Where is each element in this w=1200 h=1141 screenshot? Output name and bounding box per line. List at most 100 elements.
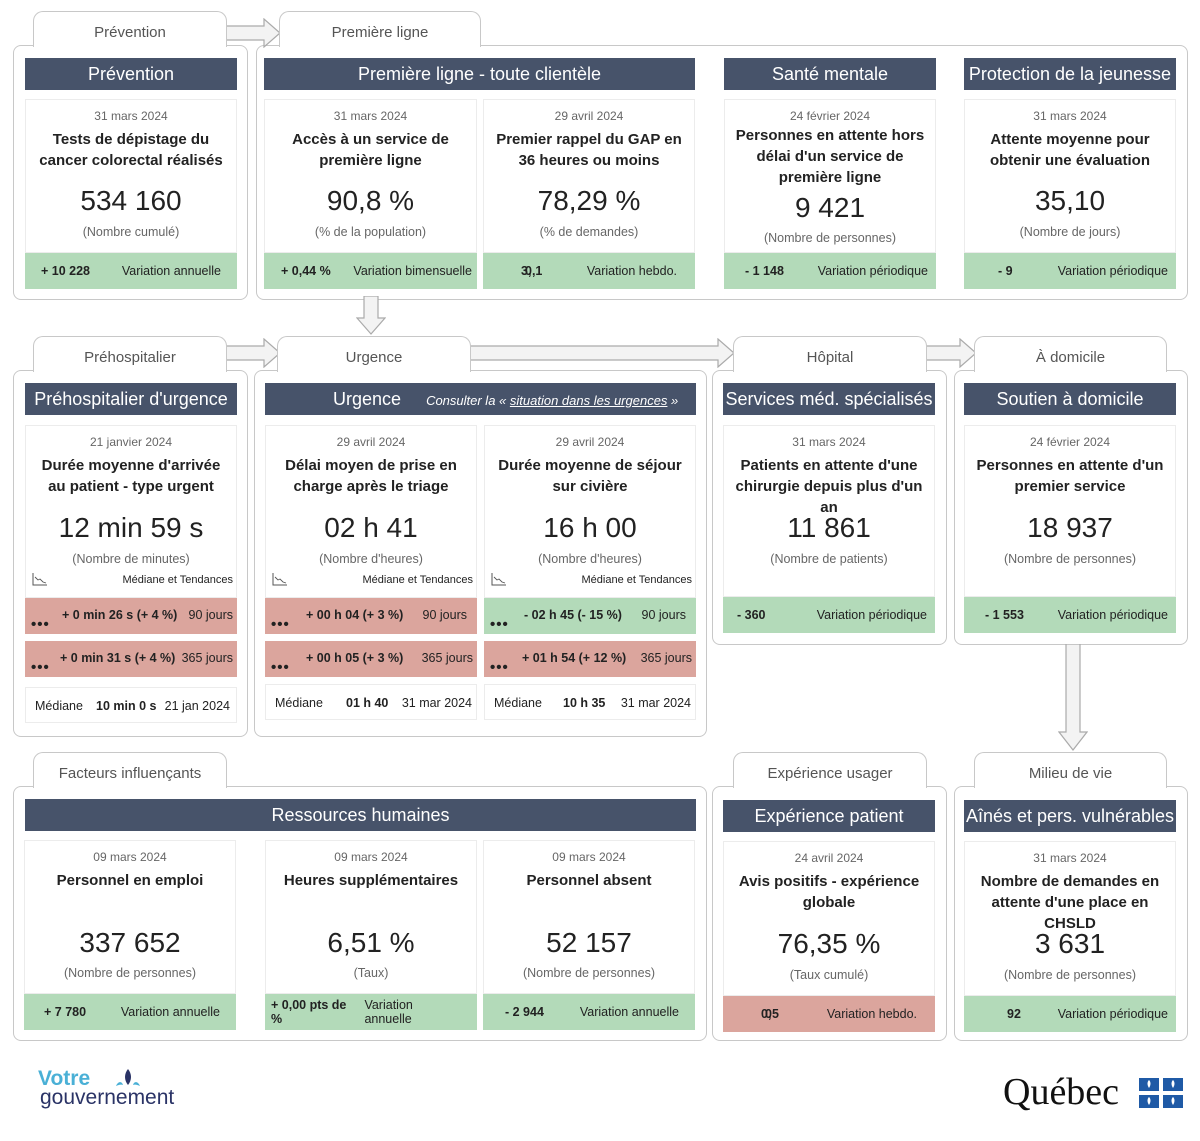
kpi-card-protection[interactable]: 31 mars 2024 Attente moyenne pour obteni…	[964, 99, 1176, 253]
flow-arrow-domicile-to-milieu	[1058, 644, 1088, 751]
variation-value: + 0,00 pts de %	[271, 998, 347, 1026]
header-premiere-ligne: Première ligne - toute clientèle	[264, 58, 695, 90]
trend-period: 365 jours	[640, 651, 692, 665]
card-date: 09 mars 2024	[334, 850, 408, 864]
trend-link[interactable]: Médiane et Tendances	[32, 572, 237, 590]
card-date: 31 mars 2024	[1033, 109, 1107, 123]
more-icon[interactable]: •••	[271, 617, 290, 632]
tab-premiere-ligne[interactable]: Première ligne	[279, 11, 481, 47]
variation-value-overlapping: 0, 05	[761, 1007, 779, 1021]
tab-milieu-vie[interactable]: Milieu de vie	[974, 752, 1167, 788]
flow-arrow-hopital-to-domicile	[924, 338, 977, 368]
tab-domicile[interactable]: À domicile	[974, 336, 1167, 372]
quebec-flag-icon	[1139, 1078, 1183, 1108]
variation-label: Variation bimensuelle	[353, 264, 472, 278]
trend-value: + 00 h 04 (+ 3 %)	[306, 608, 404, 622]
card-date: 31 mars 2024	[792, 435, 866, 449]
tab-facteurs[interactable]: Facteurs influençants	[33, 752, 227, 788]
card-value: 11 861	[787, 512, 871, 543]
kpi-card-sante-mentale[interactable]: 24 février 2024 Personnes en attente hor…	[724, 99, 936, 253]
card-title: Personnes en attente hors délai d'un ser…	[735, 127, 925, 186]
trend-chart-icon[interactable]	[32, 572, 48, 586]
trend-link[interactable]: Médiane et Tendances	[272, 572, 477, 590]
variation-label: Variation périodique	[1057, 1007, 1168, 1021]
variation-bar: - 9 Variation périodique	[964, 253, 1176, 289]
kpi-card-soutien[interactable]: 24 février 2024 Personnes en attente d'u…	[964, 425, 1176, 597]
card-value: 6,51 %	[327, 927, 415, 958]
median-date: 21 jan 2024	[164, 699, 230, 713]
tab-experience[interactable]: Expérience usager	[733, 752, 927, 788]
trend-chart-icon[interactable]	[272, 572, 288, 586]
card-value: 9 421	[794, 192, 866, 223]
variation-value: 92	[1007, 1007, 1021, 1021]
variation-label: Variation hebdo.	[586, 264, 677, 278]
card-unit: (Nombre d'heures)	[538, 552, 642, 566]
card-title: Nombre de demandes en attente d'une plac…	[980, 873, 1160, 932]
card-title: Délai moyen de prise en charge après le …	[285, 457, 457, 495]
variation-bar: 92 Variation périodique	[964, 996, 1176, 1032]
variation-label: Variation hebdo.	[826, 1007, 917, 1021]
header-prehospitalier: Préhospitalier d'urgence	[25, 383, 237, 415]
logo-quebec: Québec	[1003, 1072, 1183, 1114]
variation-bar: - 1 553 Variation périodique	[964, 597, 1176, 633]
kpi-card-chirurgie[interactable]: 31 mars 2024 Patients en attente d'une c…	[723, 425, 935, 597]
trend-label: Médiane et Tendances	[122, 574, 234, 586]
kpi-card-emploi[interactable]: 09 mars 2024 Personnel en emploi 337 652…	[24, 840, 236, 994]
card-value: 76,35 %	[777, 928, 881, 959]
tab-hopital[interactable]: Hôpital	[733, 336, 927, 372]
header-urgence: Urgence Consulter la « situation dans le…	[265, 383, 696, 415]
trend-365-days: ••• + 00 h 05 (+ 3 %) 365 jours	[265, 641, 477, 677]
kpi-card-depistage[interactable]: 31 mars 2024 Tests de dépistage du cance…	[25, 99, 237, 253]
card-value: 78,29 %	[537, 185, 641, 216]
median-date: 31 mar 2024	[401, 696, 472, 710]
trend-period: 90 jours	[641, 608, 686, 622]
trend-label: Médiane et Tendances	[581, 574, 693, 586]
tab-prevention[interactable]: Prévention	[33, 11, 227, 47]
variation-value: + 10 228	[41, 264, 91, 278]
card-unit: (Nombre d'heures)	[319, 552, 423, 566]
kpi-card-avis[interactable]: 24 avril 2024 Avis positifs - expérience…	[723, 841, 935, 996]
kpi-card-heures-sup[interactable]: 09 mars 2024 Heures supplémentaires 6,51…	[265, 840, 477, 994]
card-date: 31 mars 2024	[94, 109, 168, 123]
trend-period: 90 jours	[188, 608, 233, 622]
card-date: 24 février 2024	[789, 109, 871, 123]
card-unit: (Nombre de personnes)	[763, 231, 896, 245]
variation-value: + 0,44 %	[281, 264, 331, 278]
logo-line2: gouvernement	[40, 1086, 175, 1109]
header-aines: Aînés et pers. vulnérables	[964, 800, 1176, 832]
trend-period: 365 jours	[421, 651, 473, 665]
card-unit: (% de demandes)	[539, 225, 639, 239]
card-date: 24 février 2024	[1029, 435, 1111, 449]
tab-prehospitalier[interactable]: Préhospitalier	[33, 336, 227, 372]
card-title: Tests de dépistage du cancer colorectal …	[39, 131, 223, 169]
kpi-card-gap[interactable]: 29 avril 2024 Premier rappel du GAP en 3…	[483, 99, 695, 253]
urgence-situation-link[interactable]: Consulter la « situation dans les urgenc…	[426, 393, 678, 408]
kpi-card-acces[interactable]: 31 mars 2024 Accès à un service de premi…	[264, 99, 477, 253]
trend-90-days: ••• - 02 h 45 (- 15 %) 90 jours	[484, 598, 696, 634]
flow-arrow-urgence-to-hopital	[468, 338, 735, 368]
variation-label: Variation annuelle	[120, 1005, 220, 1019]
header-sante-mentale: Santé mentale	[724, 58, 936, 90]
variation-value: - 9	[998, 264, 1013, 278]
more-icon[interactable]: •••	[271, 660, 290, 675]
trend-90-days: ••• + 0 min 26 s (+ 4 %) 90 jours	[25, 598, 237, 634]
more-icon[interactable]: •••	[31, 617, 50, 632]
kpi-card-absent[interactable]: 09 mars 2024 Personnel absent 52 157 (No…	[483, 840, 695, 994]
more-icon[interactable]: •••	[490, 617, 509, 632]
trend-value: + 01 h 54 (+ 12 %)	[522, 651, 627, 665]
card-unit: (Nombre de patients)	[770, 552, 888, 566]
variation-label: Variation périodique	[1057, 264, 1168, 278]
more-icon[interactable]: •••	[490, 660, 509, 675]
fleur-de-lis-icon	[116, 1069, 140, 1086]
card-title: Durée moyenne d'arrivée au patient - typ…	[41, 457, 221, 495]
tab-urgence[interactable]: Urgence	[277, 336, 471, 372]
more-icon[interactable]: •••	[31, 660, 50, 675]
trend-365-days: ••• + 01 h 54 (+ 12 %) 365 jours	[484, 641, 696, 677]
median-row: Médiane 10 h 35 31 mar 2024	[484, 684, 696, 720]
trend-chart-icon[interactable]	[491, 572, 507, 586]
card-value: 18 937	[1027, 512, 1113, 543]
trend-link[interactable]: Médiane et Tendances	[491, 572, 696, 590]
variation-label: Variation annuelle	[364, 998, 413, 1026]
card-value: 534 160	[80, 185, 182, 216]
kpi-card-chsld[interactable]: 31 mars 2024 Nombre de demandes en atten…	[964, 841, 1176, 996]
